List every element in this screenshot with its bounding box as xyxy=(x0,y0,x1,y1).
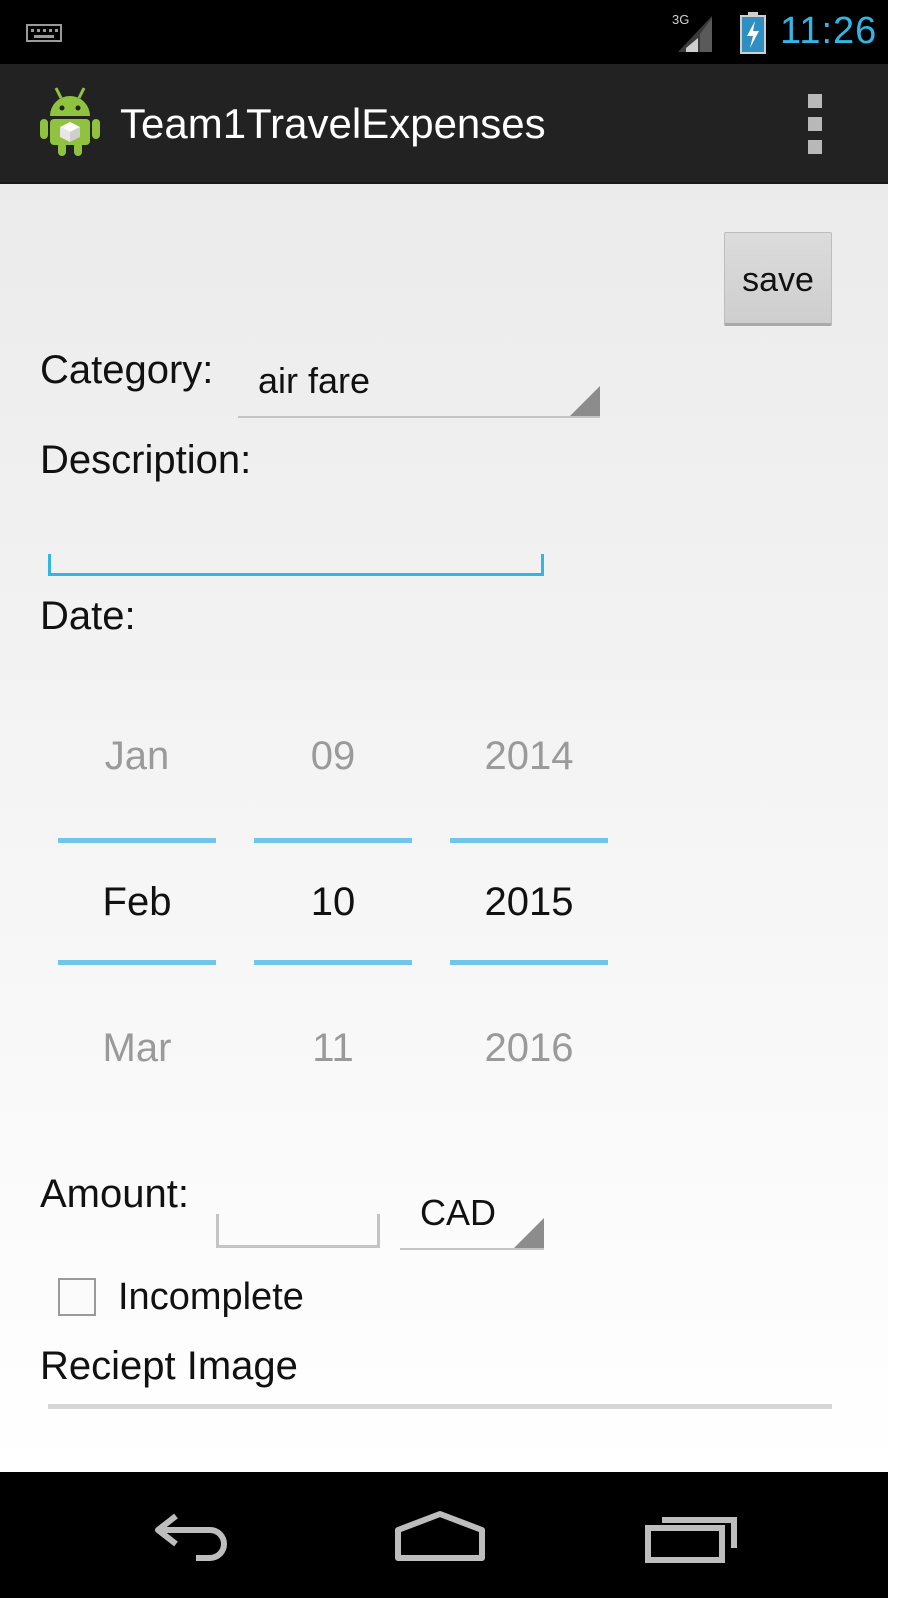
save-button[interactable]: save xyxy=(724,232,832,326)
date-label: Date: xyxy=(40,594,136,638)
category-label: Category: xyxy=(40,348,214,392)
currency-value: CAD xyxy=(420,1192,497,1233)
recent-apps-icon[interactable] xyxy=(628,1494,748,1574)
picker-divider xyxy=(254,960,412,965)
incomplete-checkbox[interactable] xyxy=(58,1278,96,1316)
month-next[interactable]: Mar xyxy=(58,1026,216,1071)
receipt-image-label: Reciept Image xyxy=(40,1344,298,1388)
keyboard-icon xyxy=(26,24,62,42)
year-picker[interactable]: 2014 2015 2016 xyxy=(450,714,608,1114)
phone-screen: 3G 11:26 Team1TravelExpenses save Catego… xyxy=(0,0,888,1598)
expense-form: save Category: air fare Description: Dat… xyxy=(0,184,888,1472)
incomplete-label[interactable]: Incomplete xyxy=(118,1276,304,1319)
status-bar: 3G 11:26 xyxy=(0,0,888,64)
overflow-menu-icon[interactable] xyxy=(808,94,824,154)
app-title: Team1TravelExpenses xyxy=(120,100,546,147)
day-prev[interactable]: 09 xyxy=(254,734,412,779)
year-next[interactable]: 2016 xyxy=(450,1026,608,1071)
description-input[interactable] xyxy=(48,554,545,576)
description-field[interactable] xyxy=(51,554,545,575)
network-type: 3G xyxy=(672,12,689,27)
day-picker[interactable]: 09 10 11 xyxy=(254,714,412,1114)
amount-input[interactable] xyxy=(216,1214,381,1248)
dropdown-arrow-icon xyxy=(570,386,600,416)
year-prev[interactable]: 2014 xyxy=(450,734,608,779)
month-prev[interactable]: Jan xyxy=(58,734,216,779)
battery-charging-icon xyxy=(740,12,766,54)
day-next[interactable]: 11 xyxy=(254,1026,412,1071)
navigation-bar xyxy=(0,1472,888,1598)
picker-divider xyxy=(254,838,412,843)
android-app-icon xyxy=(40,87,100,156)
currency-spinner[interactable]: CAD xyxy=(400,1188,544,1250)
back-icon[interactable] xyxy=(136,1494,256,1574)
category-value: air fare xyxy=(258,360,371,401)
picker-divider xyxy=(450,838,608,843)
month-current[interactable]: Feb xyxy=(58,880,216,925)
amount-label: Amount: xyxy=(40,1172,189,1216)
status-time: 11:26 xyxy=(780,10,878,52)
dropdown-arrow-icon xyxy=(514,1218,544,1248)
amount-field[interactable] xyxy=(219,1214,381,1247)
picker-divider xyxy=(58,838,216,843)
category-spinner[interactable]: air fare xyxy=(238,358,600,418)
month-picker[interactable]: Jan Feb Mar xyxy=(58,714,216,1114)
day-current[interactable]: 10 xyxy=(254,880,412,925)
picker-divider xyxy=(450,960,608,965)
picker-divider xyxy=(58,960,216,965)
home-icon[interactable] xyxy=(380,1494,500,1574)
year-current[interactable]: 2015 xyxy=(450,880,608,925)
window-edge xyxy=(888,0,902,1598)
signal-icon: 3G xyxy=(672,12,712,52)
receipt-divider xyxy=(48,1404,832,1409)
action-bar: Team1TravelExpenses xyxy=(0,64,888,184)
description-label: Description: xyxy=(40,438,252,482)
